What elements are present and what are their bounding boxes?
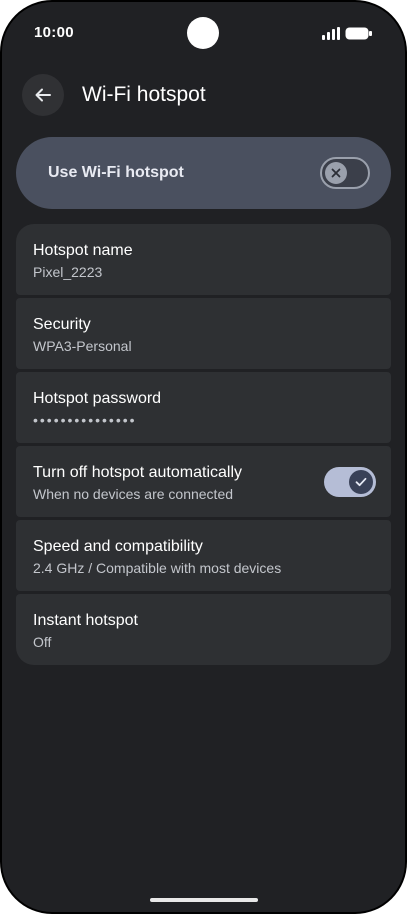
item-subtitle: When no devices are connected: [33, 486, 234, 502]
phone-frame: 10:00 Wi-Fi hotspot Use Wi-Fi hotspot Ho…: [0, 0, 407, 914]
switch-thumb: [325, 162, 347, 184]
item-subtitle: 2.4 GHz / Compatible with most devices: [33, 560, 282, 576]
switch-thumb: [349, 470, 373, 494]
hotspot-name-item[interactable]: Hotspot name Pixel_2223: [16, 224, 391, 295]
top-app-bar: Wi-Fi hotspot: [2, 72, 405, 120]
item-subtitle: Off: [33, 634, 52, 650]
page-title: Wi-Fi hotspot: [82, 83, 206, 106]
gesture-nav-handle[interactable]: [150, 898, 258, 902]
turn-off-automatically-item[interactable]: Turn off hotspot automatically When no d…: [16, 446, 391, 517]
arrow-back-icon: [35, 88, 51, 102]
hotspot-password-item[interactable]: Hotspot password •••••••••••••••: [16, 372, 391, 443]
item-subtitle: WPA3-Personal: [33, 338, 132, 354]
use-hotspot-toggle-row[interactable]: Use Wi-Fi hotspot: [16, 137, 391, 209]
signal-icon: [322, 27, 340, 40]
screen: 10:00 Wi-Fi hotspot Use Wi-Fi hotspot Ho…: [2, 2, 405, 912]
battery-icon: [345, 27, 372, 40]
item-title: Turn off hotspot automatically: [33, 464, 242, 481]
speed-compatibility-item[interactable]: Speed and compatibility 2.4 GHz / Compat…: [16, 520, 391, 591]
use-hotspot-label: Use Wi-Fi hotspot: [48, 164, 184, 181]
item-subtitle: Pixel_2223: [33, 264, 103, 280]
status-bar: 10:00: [2, 2, 405, 66]
item-title: Instant hotspot: [33, 612, 138, 629]
settings-list: Hotspot name Pixel_2223 Security WPA3-Pe…: [16, 224, 391, 665]
status-time: 10:00: [34, 24, 74, 41]
security-item[interactable]: Security WPA3-Personal: [16, 298, 391, 369]
item-title: Hotspot password: [33, 390, 162, 407]
front-camera: [187, 17, 219, 49]
close-icon: [331, 168, 341, 178]
instant-hotspot-item[interactable]: Instant hotspot Off: [16, 594, 391, 665]
item-title: Security: [33, 316, 91, 333]
item-title: Hotspot name: [33, 242, 133, 259]
check-icon: [355, 477, 367, 487]
use-hotspot-switch[interactable]: [320, 157, 370, 189]
password-dots: •••••••••••••••: [33, 412, 137, 428]
item-title: Speed and compatibility: [33, 538, 203, 555]
turn-off-automatically-switch[interactable]: [324, 467, 376, 497]
back-button[interactable]: [22, 74, 64, 116]
